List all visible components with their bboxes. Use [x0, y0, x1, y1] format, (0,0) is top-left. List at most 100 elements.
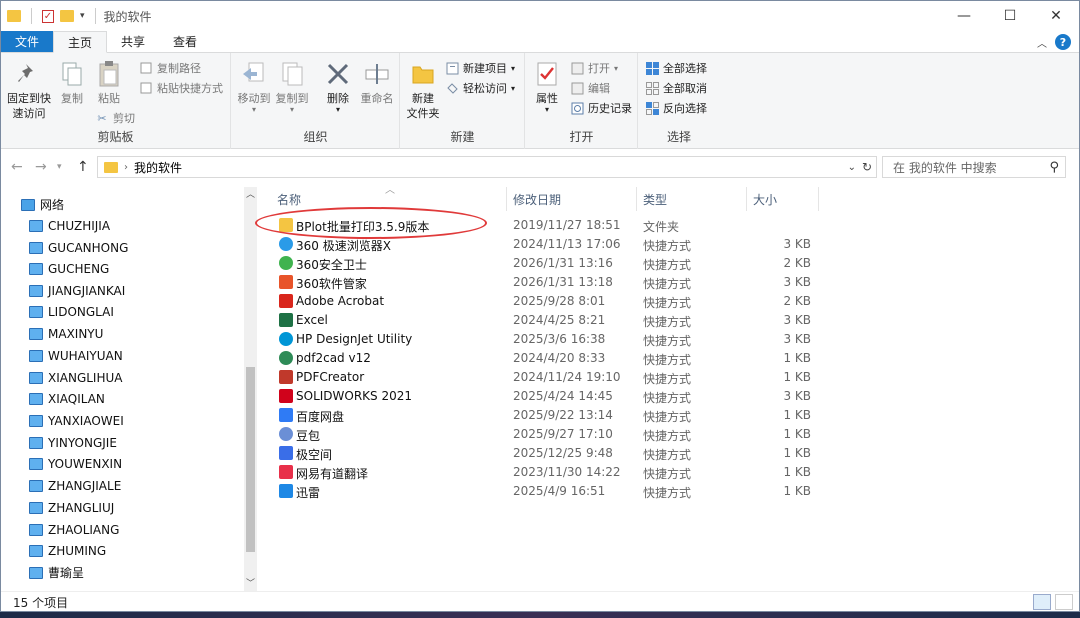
- nav-item[interactable]: LIDONGLAI: [29, 301, 114, 322]
- invert-selection-label: 反向选择: [663, 102, 707, 115]
- cut-button[interactable]: ✂ 剪切: [95, 109, 135, 127]
- breadcrumb-path[interactable]: 我的软件: [134, 159, 182, 176]
- edit-button[interactable]: 编辑: [570, 79, 610, 97]
- column-header-date[interactable]: 修改日期: [507, 187, 637, 211]
- nas-icon: [279, 446, 293, 460]
- recent-chevron-icon[interactable]: ▾: [57, 162, 62, 172]
- nav-scrollbar-thumb[interactable]: [246, 367, 255, 552]
- file-name: 百度网盘: [296, 410, 345, 424]
- properties-button[interactable]: 属性 ▾: [532, 59, 562, 114]
- paste-shortcut-button[interactable]: 粘贴快捷方式: [139, 79, 223, 97]
- column-header-name[interactable]: 名称: [271, 187, 507, 211]
- copy-button[interactable]: 复制: [57, 59, 87, 106]
- nav-item[interactable]: ZHANGJIALE: [29, 475, 121, 496]
- delete-button[interactable]: 删除 ▾: [320, 59, 356, 114]
- rename-button[interactable]: 重命名: [358, 59, 396, 106]
- back-arrow-icon[interactable]: ←: [11, 159, 23, 175]
- table-row[interactable]: Excel 2024/4/25 8:21 快捷方式 3 KB: [257, 311, 817, 330]
- pin-label: 固定到快 速访问: [7, 92, 51, 120]
- table-row[interactable]: 百度网盘 2025/9/22 13:14 快捷方式 1 KB: [257, 406, 817, 425]
- properties-check-icon: [533, 59, 561, 89]
- search-input[interactable]: 在 我的软件 中搜索 ⚲: [882, 156, 1066, 178]
- table-row[interactable]: Adobe Acrobat 2025/9/28 8:01 快捷方式 2 KB: [257, 292, 817, 311]
- file-size: 1 KB: [783, 484, 811, 498]
- move-to-button[interactable]: 移动到 ▾: [236, 59, 272, 114]
- nav-item[interactable]: XIAQILAN: [29, 388, 105, 409]
- nav-item[interactable]: ZHANGLIUJ: [29, 497, 114, 518]
- invert-selection-button[interactable]: 反向选择: [645, 99, 707, 117]
- new-folder-icon[interactable]: [60, 10, 74, 22]
- nav-item[interactable]: ZHUMING: [29, 540, 106, 561]
- table-row[interactable]: HP DesignJet Utility 2025/3/6 16:38 快捷方式 3 …: [257, 330, 817, 349]
- nav-item[interactable]: 曹瑜呈: [29, 562, 84, 583]
- column-header-size[interactable]: 大小: [747, 187, 819, 211]
- nav-item[interactable]: CHUZHIJIA: [29, 215, 110, 236]
- refresh-icon[interactable]: ↻: [862, 160, 872, 174]
- table-row[interactable]: 迅雷 2025/4/9 16:51 快捷方式 1 KB: [257, 482, 817, 501]
- history-button[interactable]: 历史记录: [570, 99, 632, 117]
- column-header-type[interactable]: 类型: [637, 187, 747, 211]
- nav-item[interactable]: XIANGLIHUA: [29, 367, 122, 388]
- paste-button[interactable]: 粘贴: [93, 59, 125, 106]
- table-row[interactable]: 网易有道翻译 2023/11/30 14:22 快捷方式 1 KB: [257, 463, 817, 482]
- new-folder-button[interactable]: 新建 文件夹: [403, 59, 443, 121]
- copy-to-button[interactable]: 复制到 ▾: [274, 59, 310, 114]
- address-dropdown-icon[interactable]: ⌄: [848, 162, 856, 173]
- collapse-ribbon-icon[interactable]: ︿: [1037, 35, 1047, 50]
- scroll-up-icon[interactable]: ︿: [246, 187, 255, 200]
- tab-file[interactable]: 文件: [1, 31, 54, 52]
- new-item-label: 新建项目: [463, 62, 507, 75]
- nav-item[interactable]: GUCANHONG: [29, 237, 128, 258]
- details-view-icon[interactable]: [1033, 594, 1051, 610]
- table-row[interactable]: SOLIDWORKS 2021 2025/4/24 14:45 快捷方式 3 KB: [257, 387, 817, 406]
- nav-item[interactable]: GUCHENG: [29, 258, 109, 279]
- table-row[interactable]: BPlot批量打印3.5.9版本 2019/11/27 18:51 文件夹: [257, 216, 817, 235]
- table-row[interactable]: PDFCreator 2024/11/24 19:10 快捷方式 1 KB: [257, 368, 817, 387]
- nav-item[interactable]: YANXIAOWEI: [29, 410, 124, 431]
- large-icons-view-icon[interactable]: [1055, 594, 1073, 610]
- nav-item[interactable]: WUHAIYUAN: [29, 345, 123, 366]
- properties-check-icon[interactable]: ✓: [42, 9, 54, 23]
- nav-item[interactable]: MAXINYU: [29, 323, 103, 344]
- pin-quick-access-button[interactable]: 固定到快 速访问: [5, 59, 53, 121]
- table-row[interactable]: 极空间 2025/12/25 9:48 快捷方式 1 KB: [257, 444, 817, 463]
- table-row[interactable]: 360软件管家 2026/1/31 13:18 快捷方式 3 KB: [257, 273, 817, 292]
- nav-item[interactable]: YINYONGJIE: [29, 432, 117, 453]
- minimize-button[interactable]: —: [941, 1, 987, 31]
- paste-shortcut-label: 粘贴快捷方式: [157, 82, 223, 95]
- address-bar[interactable]: › 我的软件 ⌄ ↻: [97, 156, 877, 178]
- nav-item-label: ZHANGLIUJ: [48, 500, 115, 515]
- file-name: BPlot批量打印3.5.9版本: [296, 220, 430, 234]
- translator-icon: [279, 465, 293, 479]
- close-button[interactable]: ✕: [1033, 1, 1079, 31]
- nav-item[interactable]: JIANGJIANKAI: [29, 280, 125, 301]
- nav-scrollbar[interactable]: ︿ ﹀: [244, 187, 257, 591]
- select-all-button[interactable]: 全部选择: [645, 59, 707, 77]
- tab-share[interactable]: 共享: [107, 31, 159, 52]
- thunder-icon: [279, 484, 293, 498]
- customize-dropdown-icon[interactable]: ▾: [80, 11, 85, 21]
- nav-item[interactable]: YOUWENXIN: [29, 453, 122, 474]
- nav-item[interactable]: ZHAOLIANG: [29, 519, 119, 540]
- tab-home[interactable]: 主页: [53, 31, 108, 53]
- table-row[interactable]: 豆包 2025/9/27 17:10 快捷方式 1 KB: [257, 425, 817, 444]
- scroll-down-icon[interactable]: ﹀: [246, 576, 255, 589]
- maximize-button[interactable]: ☐: [987, 1, 1033, 31]
- up-arrow-icon[interactable]: ↑: [77, 159, 89, 175]
- open-button[interactable]: 打开 ▾: [570, 59, 618, 77]
- table-row[interactable]: 360安全卫士 2026/1/31 13:16 快捷方式 2 KB: [257, 254, 817, 273]
- easy-access-button[interactable]: 轻松访问 ▾: [445, 79, 515, 97]
- table-row[interactable]: pdf2cad v12 2024/4/20 8:33 快捷方式 1 KB: [257, 349, 817, 368]
- history-label: 历史记录: [588, 102, 632, 115]
- new-item-button[interactable]: 新建项目 ▾: [445, 59, 515, 77]
- tab-view[interactable]: 查看: [159, 31, 211, 52]
- nav-item-label: YINYONGJIE: [48, 435, 117, 450]
- copy-path-button[interactable]: 复制路径: [139, 59, 201, 77]
- table-row[interactable]: 360 极速浏览器X 2024/11/13 17:06 快捷方式 3 KB: [257, 235, 817, 254]
- navigation-pane: 网络 CHUZHIJIA GUCANHONG GUCHENG JIANGJIAN…: [1, 187, 257, 591]
- forward-arrow-icon[interactable]: →: [35, 159, 47, 175]
- help-icon[interactable]: ?: [1055, 34, 1071, 50]
- nav-network[interactable]: 网络: [21, 194, 64, 215]
- select-none-button[interactable]: 全部取消: [645, 79, 707, 97]
- group-label-organize: 组织: [303, 130, 328, 144]
